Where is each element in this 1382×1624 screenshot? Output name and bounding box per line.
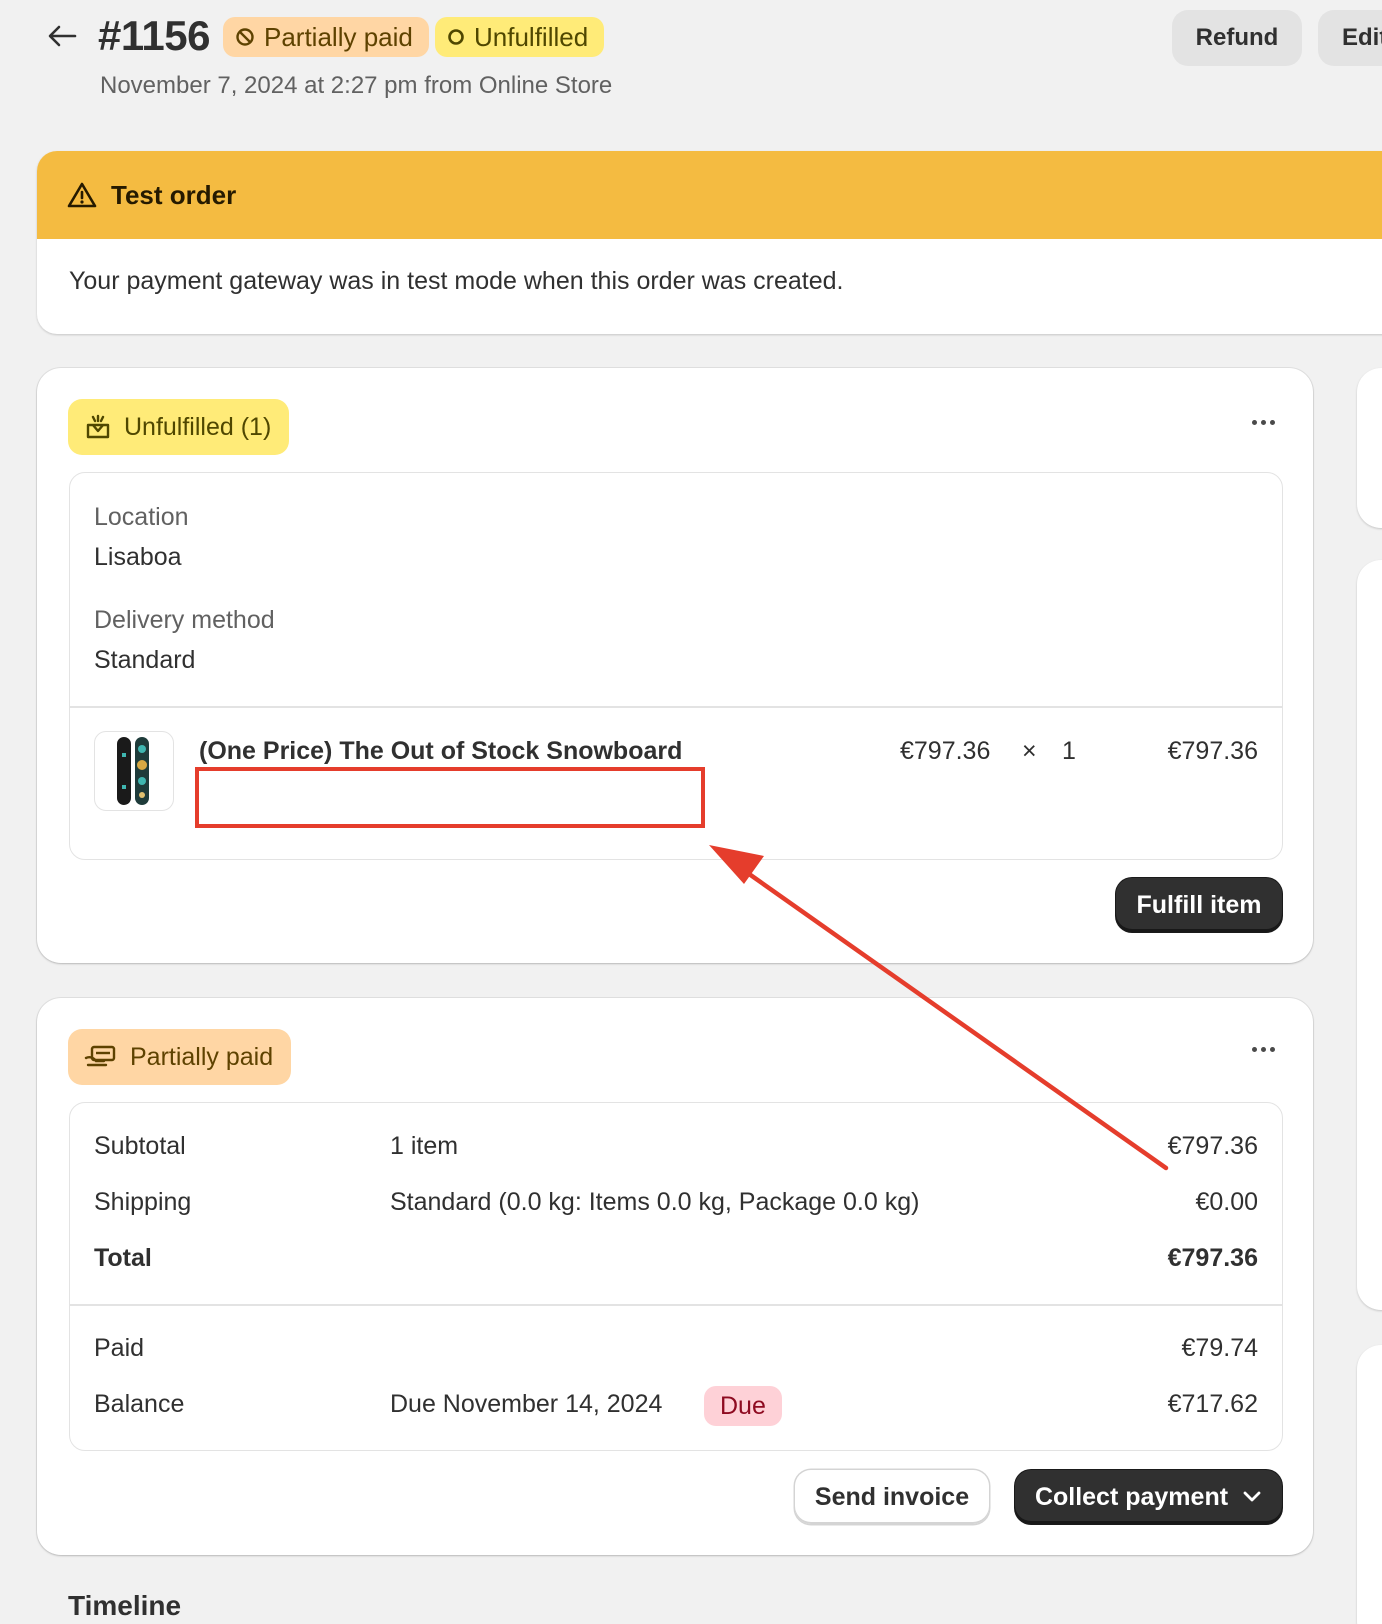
location-value: Lisaboa — [94, 543, 182, 571]
line-item-quantity: 1 — [1062, 737, 1076, 765]
delivery-method-value: Standard — [94, 646, 196, 674]
fulfillment-more-actions[interactable] — [1243, 410, 1283, 434]
fulfillment-status-label: Unfulfilled — [474, 21, 589, 52]
divider — [70, 1304, 1282, 1306]
total-label: Total — [94, 1244, 152, 1272]
total-amount: €797.36 — [1167, 1244, 1258, 1272]
side-card — [1357, 560, 1382, 1310]
subtotal-label: Subtotal — [94, 1132, 186, 1160]
subtotal-amount: €797.36 — [1167, 1132, 1258, 1160]
paid-label: Paid — [94, 1334, 145, 1362]
location-label: Location — [94, 503, 189, 531]
payment-status-badge: Partially paid — [223, 17, 429, 57]
snowboard-thumbnail — [117, 737, 149, 805]
unfulfilled-status-pill: Unfulfilled (1) — [68, 399, 290, 455]
product-thumbnail[interactable] — [94, 731, 174, 811]
line-item-multiply: × — [1022, 737, 1037, 765]
more-dots-icon — [1251, 419, 1257, 425]
partially-paid-label: Partially paid — [130, 1042, 274, 1071]
balance-due-date: Due November 14, 2024 — [390, 1390, 663, 1418]
line-item-unit-price: €797.36 — [900, 737, 991, 765]
circle-outline-icon — [448, 29, 464, 45]
banner-title: Test order — [111, 179, 237, 210]
fulfill-item-button[interactable]: Fulfill item — [1116, 878, 1282, 932]
order-number: #1156 — [98, 12, 210, 59]
paid-amount: €79.74 — [1181, 1334, 1258, 1362]
fulfillment-details — [69, 472, 1283, 860]
side-card — [1357, 1345, 1382, 1624]
order-subtitle: November 7, 2024 at 2:27 pm from Online … — [100, 72, 613, 99]
shipping-detail: Standard (0.0 kg: Items 0.0 kg, Package … — [390, 1188, 920, 1216]
line-item-total: €797.36 — [1167, 737, 1258, 765]
collect-payment-label: Collect payment — [1034, 1482, 1229, 1511]
edit-button[interactable]: Edit — [1318, 10, 1382, 66]
shipping-label: Shipping — [94, 1188, 192, 1216]
banner-header: Test order — [37, 151, 1382, 239]
cash-icon — [84, 1045, 116, 1067]
chevron-down-icon — [1243, 1491, 1261, 1502]
arrow-left-icon — [48, 25, 77, 47]
balance-amount: €717.62 — [1167, 1390, 1258, 1418]
shipping-amount: €0.00 — [1195, 1188, 1258, 1216]
divider — [70, 706, 1282, 708]
delivery-method-label: Delivery method — [94, 606, 275, 634]
alert-triangle-icon — [67, 182, 97, 208]
timeline-heading: Timeline — [68, 1590, 182, 1621]
more-dots-icon — [1251, 1046, 1257, 1052]
collect-payment-button[interactable]: Collect payment — [1015, 1470, 1282, 1524]
send-invoice-button[interactable]: Send invoice — [795, 1470, 989, 1524]
fulfillment-icon — [86, 414, 110, 439]
line-item-title[interactable]: (One Price) The Out of Stock Snowboard — [199, 737, 682, 766]
side-card — [1357, 368, 1382, 528]
due-badge: Due — [704, 1386, 782, 1426]
payment-status-label: Partially paid — [264, 21, 413, 52]
payment-more-actions[interactable] — [1243, 1037, 1283, 1061]
partially-paid-status-pill: Partially paid — [68, 1029, 292, 1085]
subtotal-detail: 1 item — [390, 1132, 459, 1160]
banner-message: Your payment gateway was in test mode wh… — [69, 267, 844, 295]
fulfillment-status-badge: Unfulfilled — [435, 17, 605, 57]
back-button[interactable] — [44, 18, 80, 54]
test-order-banner: Test order Your payment gateway was in t… — [37, 151, 1382, 334]
refund-button[interactable]: Refund — [1172, 10, 1302, 66]
payment-pending-icon — [236, 28, 254, 46]
balance-label: Balance — [94, 1390, 185, 1418]
unfulfilled-label: Unfulfilled (1) — [124, 412, 272, 441]
